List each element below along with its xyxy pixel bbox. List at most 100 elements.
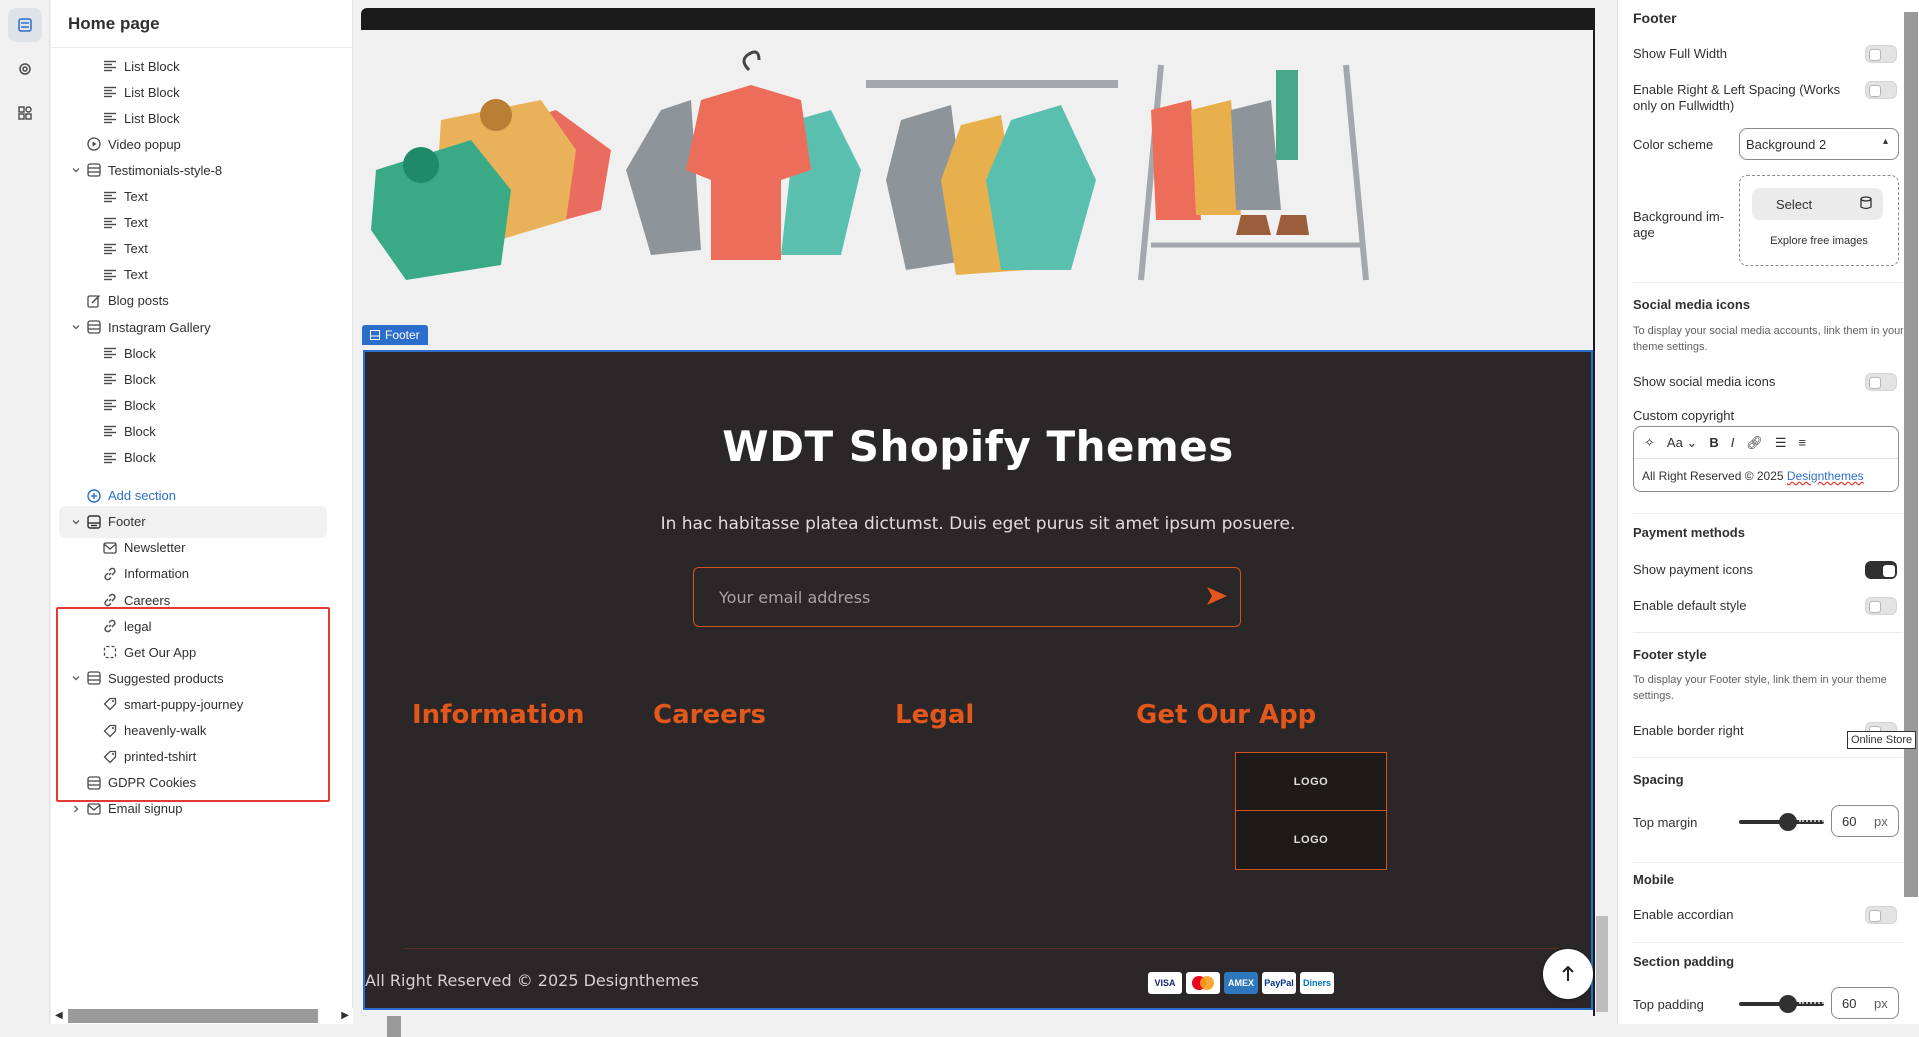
tree-item-label: Block [124, 397, 156, 413]
bullet-list-icon[interactable]: ☰ [1775, 435, 1787, 451]
footer-section-label[interactable]: Footer [362, 325, 428, 345]
default-style-label: Enable default style [1633, 598, 1747, 613]
numbered-list-icon[interactable]: ≡ [1799, 435, 1807, 450]
chevron-right-icon[interactable] [70, 803, 82, 815]
text-block-icon [102, 397, 118, 413]
app-store-button[interactable]: LOGO [1235, 752, 1387, 812]
text-block-icon [102, 215, 118, 231]
payment-heading: Payment methods [1633, 525, 1745, 540]
top-padding-label: Top padding [1633, 997, 1704, 1012]
footer-divider [403, 948, 1559, 949]
footer-column-careers: Careers [653, 700, 767, 730]
tree-item-label: Add section [108, 488, 176, 504]
text-style-icon[interactable]: Aa ⌄ [1667, 435, 1697, 451]
select-label: Select [1776, 196, 1813, 212]
magic-icon[interactable]: ✧ [1644, 435, 1655, 451]
text-block-icon [102, 84, 118, 100]
settings-scrollbar[interactable] [1903, 0, 1919, 1024]
top-margin-input[interactable]: 60 px [1831, 805, 1899, 837]
text-block-icon [102, 345, 118, 361]
tree-item-label: Video popup [108, 136, 181, 152]
background-image-picker: Select Explore free images [1739, 175, 1899, 266]
database-icon [1859, 196, 1873, 213]
text-block-icon [102, 267, 118, 283]
enable-accordian-label: Enable accordian [1633, 907, 1734, 922]
footer-preview[interactable]: WDT Shopify Themes In hac habitasse plat… [363, 350, 1593, 1010]
color-scheme-select[interactable]: Background 2 ▴ [1739, 128, 1899, 160]
editor-toolbar: ✧ Aa ⌄ B I 🔗︎ ☰ ≡ [1634, 427, 1898, 459]
chevron-updown-icon: ▴ [1882, 136, 1888, 147]
diners-icon: Diners [1300, 972, 1334, 994]
top-margin-slider[interactable] [1739, 813, 1824, 831]
footer-style-heading: Footer style [1633, 647, 1707, 662]
page-title: Home page [51, 0, 352, 48]
footer-subtitle: In hac habitasse platea dictumst. Duis e… [660, 514, 1296, 534]
bold-icon[interactable]: B [1709, 435, 1718, 450]
chevron-down-icon[interactable] [70, 516, 82, 528]
tree-item-label: Instagram Gallery [108, 319, 211, 335]
chevron-down-icon[interactable] [70, 321, 82, 333]
mobile-heading: Mobile [1633, 872, 1675, 887]
email-placeholder: Your email address [719, 588, 871, 607]
online-store-tooltip: Online Store [1847, 731, 1917, 749]
footer-label-text: Footer [385, 328, 420, 342]
back-to-top-button[interactable] [1543, 949, 1593, 999]
text-block-icon [102, 58, 118, 74]
footer-icon [370, 330, 380, 340]
footer-title: WDT Shopify Themes [722, 422, 1234, 471]
section-icon [86, 319, 102, 335]
mail-icon [86, 801, 102, 817]
select-image-button[interactable]: Select [1752, 188, 1883, 220]
italic-icon[interactable]: I [1731, 435, 1735, 450]
editor-nav-rail [0, 0, 50, 1024]
social-heading: Social media icons [1633, 297, 1751, 312]
copyright-rich-text-editor[interactable]: ✧ Aa ⌄ B I 🔗︎ ☰ ≡ All Right Reserved © 2… [1633, 426, 1899, 492]
settings-panel: Footer Show Full Width Enable Right & Le… [1617, 0, 1919, 1024]
apps-icon[interactable] [8, 96, 42, 130]
tree-item[interactable]: Block [51, 442, 335, 474]
tree-item-label: Text [124, 215, 148, 231]
tree-item-label: List Block [124, 84, 180, 100]
enable-spacing-toggle[interactable] [1865, 81, 1897, 99]
section-icon [86, 162, 102, 178]
play-store-button[interactable]: LOGO [1235, 810, 1387, 870]
footer-column-information: Information [412, 700, 585, 730]
preview-scrollbar[interactable] [1595, 8, 1609, 1016]
copyright-text[interactable]: All Right Reserved © 2025 Designthemes [1642, 469, 1864, 483]
top-padding-slider[interactable] [1739, 995, 1824, 1013]
newsletter-email-input[interactable]: Your email address [693, 567, 1241, 627]
send-arrow-icon[interactable] [1206, 586, 1228, 609]
text-block-icon [102, 241, 118, 257]
text-block-icon [102, 423, 118, 439]
tree-item-label: Text [124, 267, 148, 283]
copyright-link[interactable]: Designthemes [1787, 469, 1864, 483]
explore-free-images-link[interactable]: Explore free images [1740, 235, 1898, 247]
show-full-width-toggle[interactable] [1865, 45, 1897, 63]
show-social-label: Show social media icons [1633, 374, 1776, 389]
amex-icon: AMEX [1224, 972, 1258, 994]
paypal-icon: PayPal [1262, 972, 1296, 994]
edit-icon [86, 293, 102, 309]
tree-item-label: Block [124, 423, 156, 439]
tree-item-label: Information [124, 566, 190, 582]
footer-icon [86, 514, 102, 530]
top-padding-input[interactable]: 60 px [1831, 987, 1899, 1019]
tree-item-label: Testimonials-style-8 [108, 162, 223, 178]
section-padding-heading: Section padding [1633, 954, 1735, 969]
left-horizontal-scrollbar[interactable]: ◀ ▶ [51, 1008, 353, 1024]
tree-item-label: Email signup [108, 801, 183, 817]
tree-item-label: Block [124, 371, 156, 387]
show-payment-toggle[interactable] [1865, 561, 1897, 579]
default-style-toggle[interactable] [1865, 597, 1897, 615]
text-block-icon [102, 450, 118, 466]
gear-icon[interactable] [8, 52, 42, 86]
tree-item-label: List Block [124, 58, 180, 74]
sections-icon[interactable] [7, 8, 42, 42]
link-icon[interactable]: 🔗︎ [1746, 435, 1763, 451]
chevron-down-icon[interactable] [70, 164, 82, 176]
show-social-toggle[interactable] [1865, 373, 1897, 391]
preview-frame: Footer WDT Shopify Themes In hac habitas… [361, 8, 1609, 1016]
background-image-label: Background im-age [1633, 209, 1725, 240]
enable-accordian-toggle[interactable] [1865, 906, 1897, 924]
tree-item-label: Footer [108, 514, 146, 530]
